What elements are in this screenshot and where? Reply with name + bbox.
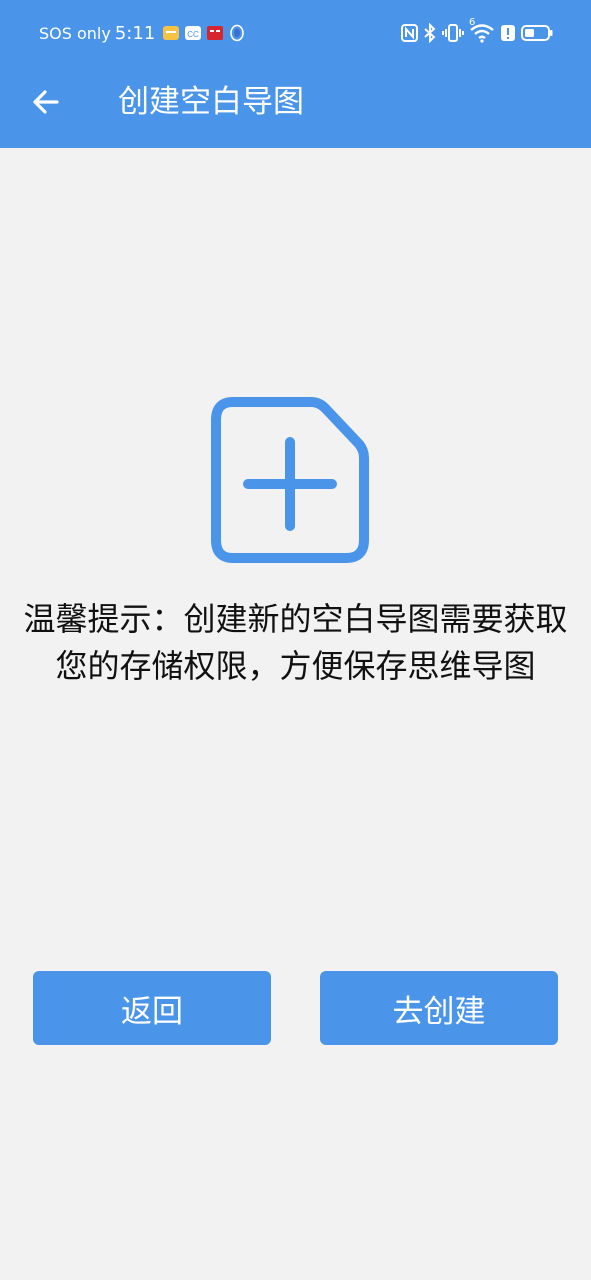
notification-icons: CC xyxy=(162,24,246,42)
nfc-icon xyxy=(401,24,418,42)
shield-icon xyxy=(228,24,246,42)
arrow-left-icon xyxy=(33,90,59,114)
permission-hint-text: 温馨提示：创建新的空白导图需要获取您的存储权限，方便保存思维导图 xyxy=(23,600,568,685)
battery-icon xyxy=(521,23,553,43)
vibrate-icon xyxy=(442,23,464,43)
svg-text:CC: CC xyxy=(187,30,199,39)
wifi-icon: 6 xyxy=(469,17,495,43)
notes-icon xyxy=(162,24,180,42)
wifi-label: 6 xyxy=(469,17,476,28)
cc-icon: CC xyxy=(184,24,202,42)
back-action-button[interactable]: 返回 xyxy=(33,971,271,1045)
create-button[interactable]: 去创建 xyxy=(320,971,558,1045)
back-button[interactable] xyxy=(24,80,68,124)
clock: 5:11 xyxy=(114,22,156,44)
app-bar: 创建空白导图 xyxy=(0,66,591,148)
bluetooth-icon xyxy=(423,23,437,43)
status-left: SOS only 5:11 CC xyxy=(39,20,246,46)
carrier-text: SOS only xyxy=(39,23,111,43)
add-file-icon xyxy=(211,397,369,563)
header: SOS only 5:11 CC 6 创建空白导图 xyxy=(0,0,591,148)
page-title: 创建空白导图 xyxy=(118,84,304,120)
status-right: 6 xyxy=(401,17,553,46)
alert-icon xyxy=(500,23,516,43)
status-bar: SOS only 5:11 CC 6 xyxy=(0,0,591,66)
app-icon xyxy=(206,24,224,42)
